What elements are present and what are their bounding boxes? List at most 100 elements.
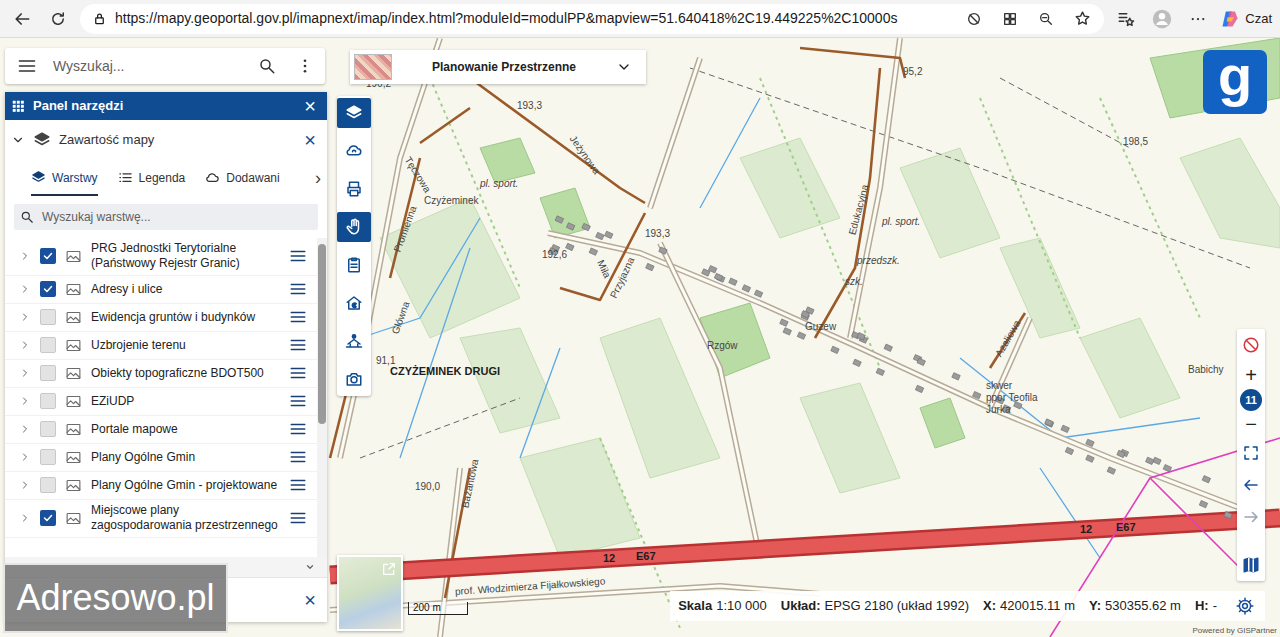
layer-list: PRG Jednostki Terytorialne (Państwowy Re…	[5, 238, 327, 557]
layer-row[interactable]: EZiUDP	[5, 388, 317, 416]
layer-checkbox[interactable]	[40, 477, 56, 493]
layer-menu-button[interactable]	[289, 364, 307, 382]
chat-button[interactable]: Czat	[1220, 9, 1272, 29]
close-bottom-panel-button[interactable]: ×	[299, 589, 321, 611]
layer-checkbox[interactable]	[40, 248, 56, 264]
overview-map[interactable]	[337, 555, 403, 631]
zoom-in-button[interactable]: +	[1237, 361, 1265, 389]
drag-handle-icon	[289, 392, 307, 410]
layer-menu-button[interactable]	[289, 448, 307, 466]
arrow-left-icon	[1242, 476, 1260, 494]
cloud-icon	[345, 142, 363, 160]
layer-row[interactable]: Obiekty topograficzne BDOT500	[5, 360, 317, 388]
zoom-button[interactable]	[1032, 5, 1060, 33]
scrollbar-thumb[interactable]	[318, 244, 326, 424]
map-tool-button[interactable]	[337, 136, 371, 166]
zoom-out-button[interactable]: −	[1237, 411, 1265, 437]
close-panel-button[interactable]: ×	[299, 95, 321, 117]
layer-menu-button[interactable]	[289, 247, 307, 265]
scrollbar[interactable]	[317, 238, 327, 557]
tab[interactable]: Warstwy	[31, 161, 98, 196]
profile-button[interactable]	[1148, 5, 1176, 33]
layer-row[interactable]: Ewidencja gruntów i budynków	[5, 304, 317, 332]
module-selector[interactable]: Planowanie Przestrzenne	[350, 50, 646, 84]
layer-checkbox[interactable]	[40, 309, 56, 325]
drag-handle-icon	[289, 336, 307, 354]
map-label: Babichy	[1188, 364, 1224, 376]
layer-menu-button[interactable]	[289, 476, 307, 494]
map-contents-title: Zawartość mapy	[59, 130, 291, 150]
drag-handle-icon	[289, 448, 307, 466]
layer-menu-button[interactable]	[289, 392, 307, 410]
map-tool-button[interactable]	[337, 250, 371, 280]
layer-name: Uzbrojenie terenu	[91, 338, 280, 354]
map-tool-button[interactable]	[337, 364, 371, 394]
layer-menu-button[interactable]	[289, 420, 307, 438]
address-bar[interactable]: https://mapy.geoportal.gov.pl/imapnext/i…	[80, 4, 1104, 34]
map-label: 91,1	[376, 355, 395, 367]
tracking-button[interactable]	[960, 5, 988, 33]
url-text[interactable]: https://mapy.geoportal.gov.pl/imapnext/i…	[115, 8, 952, 29]
layer-checkbox[interactable]	[40, 365, 56, 381]
layer-row[interactable]: PRG Jednostki Terytorialne (Państwowy Re…	[5, 238, 317, 276]
expand-chevron-icon	[19, 423, 31, 435]
layer-image-icon	[65, 510, 82, 527]
layer-checkbox[interactable]	[40, 393, 56, 409]
map-label: Guzew	[805, 321, 836, 333]
layer-row[interactable]: Plany Ogólne Gmin	[5, 444, 317, 472]
drag-handle-icon	[289, 476, 307, 494]
settings-button[interactable]	[1231, 592, 1259, 620]
location-off-button[interactable]	[1237, 329, 1265, 361]
map-label: szk.	[845, 276, 863, 288]
layer-row[interactable]: Miejscowe plany zagospodarowania przestr…	[5, 500, 317, 538]
layer-row[interactable]: Plany Ogólne Gmin - projektowane	[5, 472, 317, 500]
next-view-button[interactable]	[1237, 501, 1265, 533]
layer-row[interactable]: Uzbrojenie terenu	[5, 332, 317, 360]
layer-image-icon	[65, 477, 82, 494]
layer-checkbox[interactable]	[40, 449, 56, 465]
layer-name: Adresy i ulice	[91, 282, 280, 298]
close-contents-button[interactable]: ×	[299, 129, 321, 151]
layer-menu-button[interactable]	[289, 509, 307, 527]
fullscreen-button[interactable]	[1237, 437, 1265, 469]
layer-menu-button[interactable]	[289, 308, 307, 326]
menu-button[interactable]	[1184, 5, 1212, 33]
tab[interactable]: Legenda	[118, 161, 186, 196]
favorite-button[interactable]	[1068, 5, 1096, 33]
menu-button[interactable]	[13, 52, 41, 80]
zoom-level-badge: 11	[1240, 389, 1262, 411]
search-input[interactable]	[51, 55, 243, 78]
map-tool-button[interactable]	[337, 212, 371, 242]
geoportal-logo[interactable]: g	[1203, 50, 1267, 114]
map-tool-button[interactable]	[337, 326, 371, 356]
apps-button[interactable]	[996, 5, 1024, 33]
layer-menu-button[interactable]	[289, 280, 307, 298]
map-tool-button[interactable]	[337, 98, 371, 128]
layer-checkbox[interactable]	[40, 421, 56, 437]
layer-menu-button[interactable]	[289, 336, 307, 354]
map-tool-button[interactable]	[337, 174, 371, 204]
layer-checkbox[interactable]	[40, 337, 56, 353]
search-button[interactable]	[253, 52, 281, 80]
map-label: 193,3	[517, 100, 542, 112]
status-item: Y:530355.62 m	[1089, 596, 1181, 616]
layer-row[interactable]: Adresy i ulice	[5, 276, 317, 304]
map-tool-button[interactable]	[337, 288, 371, 318]
layer-image-icon	[65, 281, 82, 298]
reload-button[interactable]	[44, 5, 72, 33]
tabs-scroll-button[interactable]: ›	[315, 169, 321, 187]
layer-row[interactable]: Portale mapowe	[5, 416, 317, 444]
options-button[interactable]	[291, 52, 319, 80]
tab[interactable]: Dodawani	[205, 161, 279, 196]
magnifier-icon	[20, 210, 34, 224]
back-button[interactable]	[8, 5, 36, 33]
layer-checkbox[interactable]	[40, 510, 56, 526]
favorites-button[interactable]	[1112, 5, 1140, 33]
panel-title: Panel narzędzi	[33, 96, 291, 116]
tab-bar: Warstwy Legenda Dodawani ›	[5, 160, 327, 196]
map-contents-header[interactable]: Zawartość mapy ×	[5, 120, 327, 160]
map-info-button[interactable]	[1237, 549, 1265, 581]
layer-search-input[interactable]	[40, 207, 312, 227]
previous-view-button[interactable]	[1237, 469, 1265, 501]
layer-checkbox[interactable]	[40, 281, 56, 297]
